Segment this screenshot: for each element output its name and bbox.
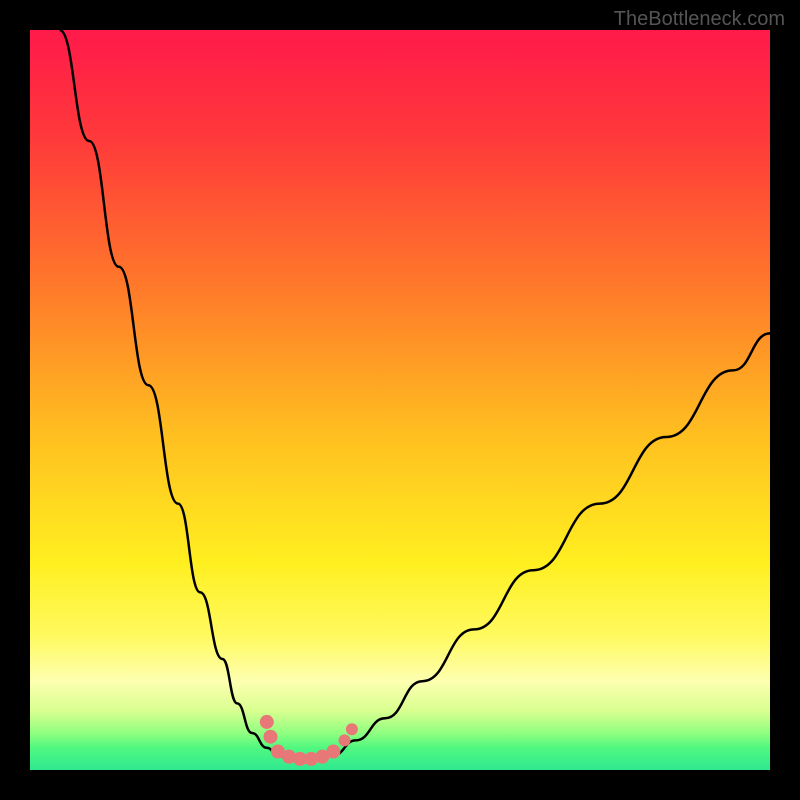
watermark-text: TheBottleneck.com xyxy=(614,8,785,31)
data-marker xyxy=(346,723,358,735)
data-marker xyxy=(264,730,278,744)
chart-svg xyxy=(30,30,770,770)
data-marker xyxy=(339,734,351,746)
data-marker xyxy=(326,745,340,759)
data-marker xyxy=(260,715,274,729)
gradient-background xyxy=(30,30,770,770)
chart-area xyxy=(30,30,770,770)
